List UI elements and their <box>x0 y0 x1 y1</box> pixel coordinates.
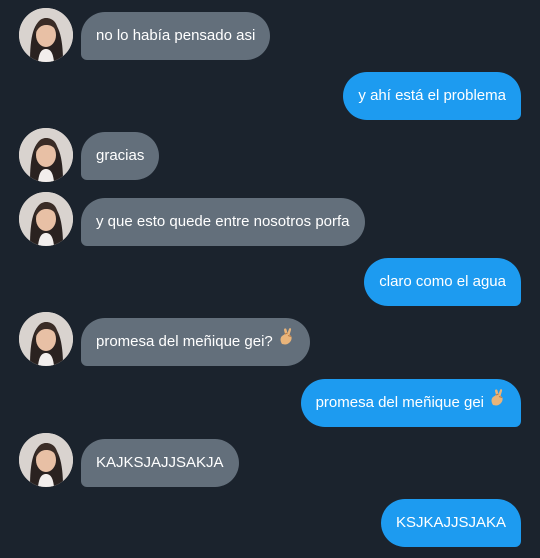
message-bubble-outgoing[interactable]: claro como el agua <box>364 258 521 306</box>
message-text: gracias <box>96 147 145 164</box>
message-text: promesa del meñique gei <box>315 394 484 411</box>
message-text: no lo había pensado asi <box>96 27 256 44</box>
avatar-image <box>19 433 73 487</box>
avatar-image <box>19 192 73 246</box>
avatar-image <box>19 128 73 182</box>
message-text: claro como el agua <box>379 273 506 290</box>
message-bubble-incoming[interactable]: gracias <box>81 132 160 180</box>
message-text: y ahí está el problema <box>358 87 506 104</box>
message-text: KAJKSJAJJSAKJA <box>96 454 224 471</box>
message-bubble-incoming[interactable]: y que esto quede entre nosotros porfa <box>81 198 365 246</box>
avatar[interactable] <box>19 8 73 62</box>
avatar[interactable] <box>19 433 73 487</box>
crossed-fingers-icon <box>279 317 295 365</box>
message-bubble-incoming[interactable]: promesa del meñique gei? <box>81 318 310 366</box>
message-bubble-outgoing[interactable]: KSJKAJJSJAKA <box>380 499 521 547</box>
message-text: promesa del meñique gei? <box>96 333 273 350</box>
message-bubble-incoming[interactable]: no lo había pensado asi <box>81 12 271 60</box>
message-text: KSJKAJJSJAKA <box>395 514 506 531</box>
chat-thread: no lo había pensado asi y ahí está el pr… <box>0 0 540 558</box>
avatar[interactable] <box>19 128 73 182</box>
message-bubble-outgoing[interactable]: y ahí está el problema <box>343 72 521 120</box>
avatar-image <box>19 312 73 366</box>
avatar[interactable] <box>19 312 73 366</box>
message-bubble-outgoing[interactable]: promesa del meñique gei <box>300 378 521 427</box>
message-bubble-incoming[interactable]: KAJKSJAJJSAKJA <box>81 439 239 487</box>
crossed-fingers-icon <box>490 378 506 426</box>
avatar-image <box>19 8 73 62</box>
avatar[interactable] <box>19 192 73 246</box>
message-text: y que esto quede entre nosotros porfa <box>96 213 350 230</box>
